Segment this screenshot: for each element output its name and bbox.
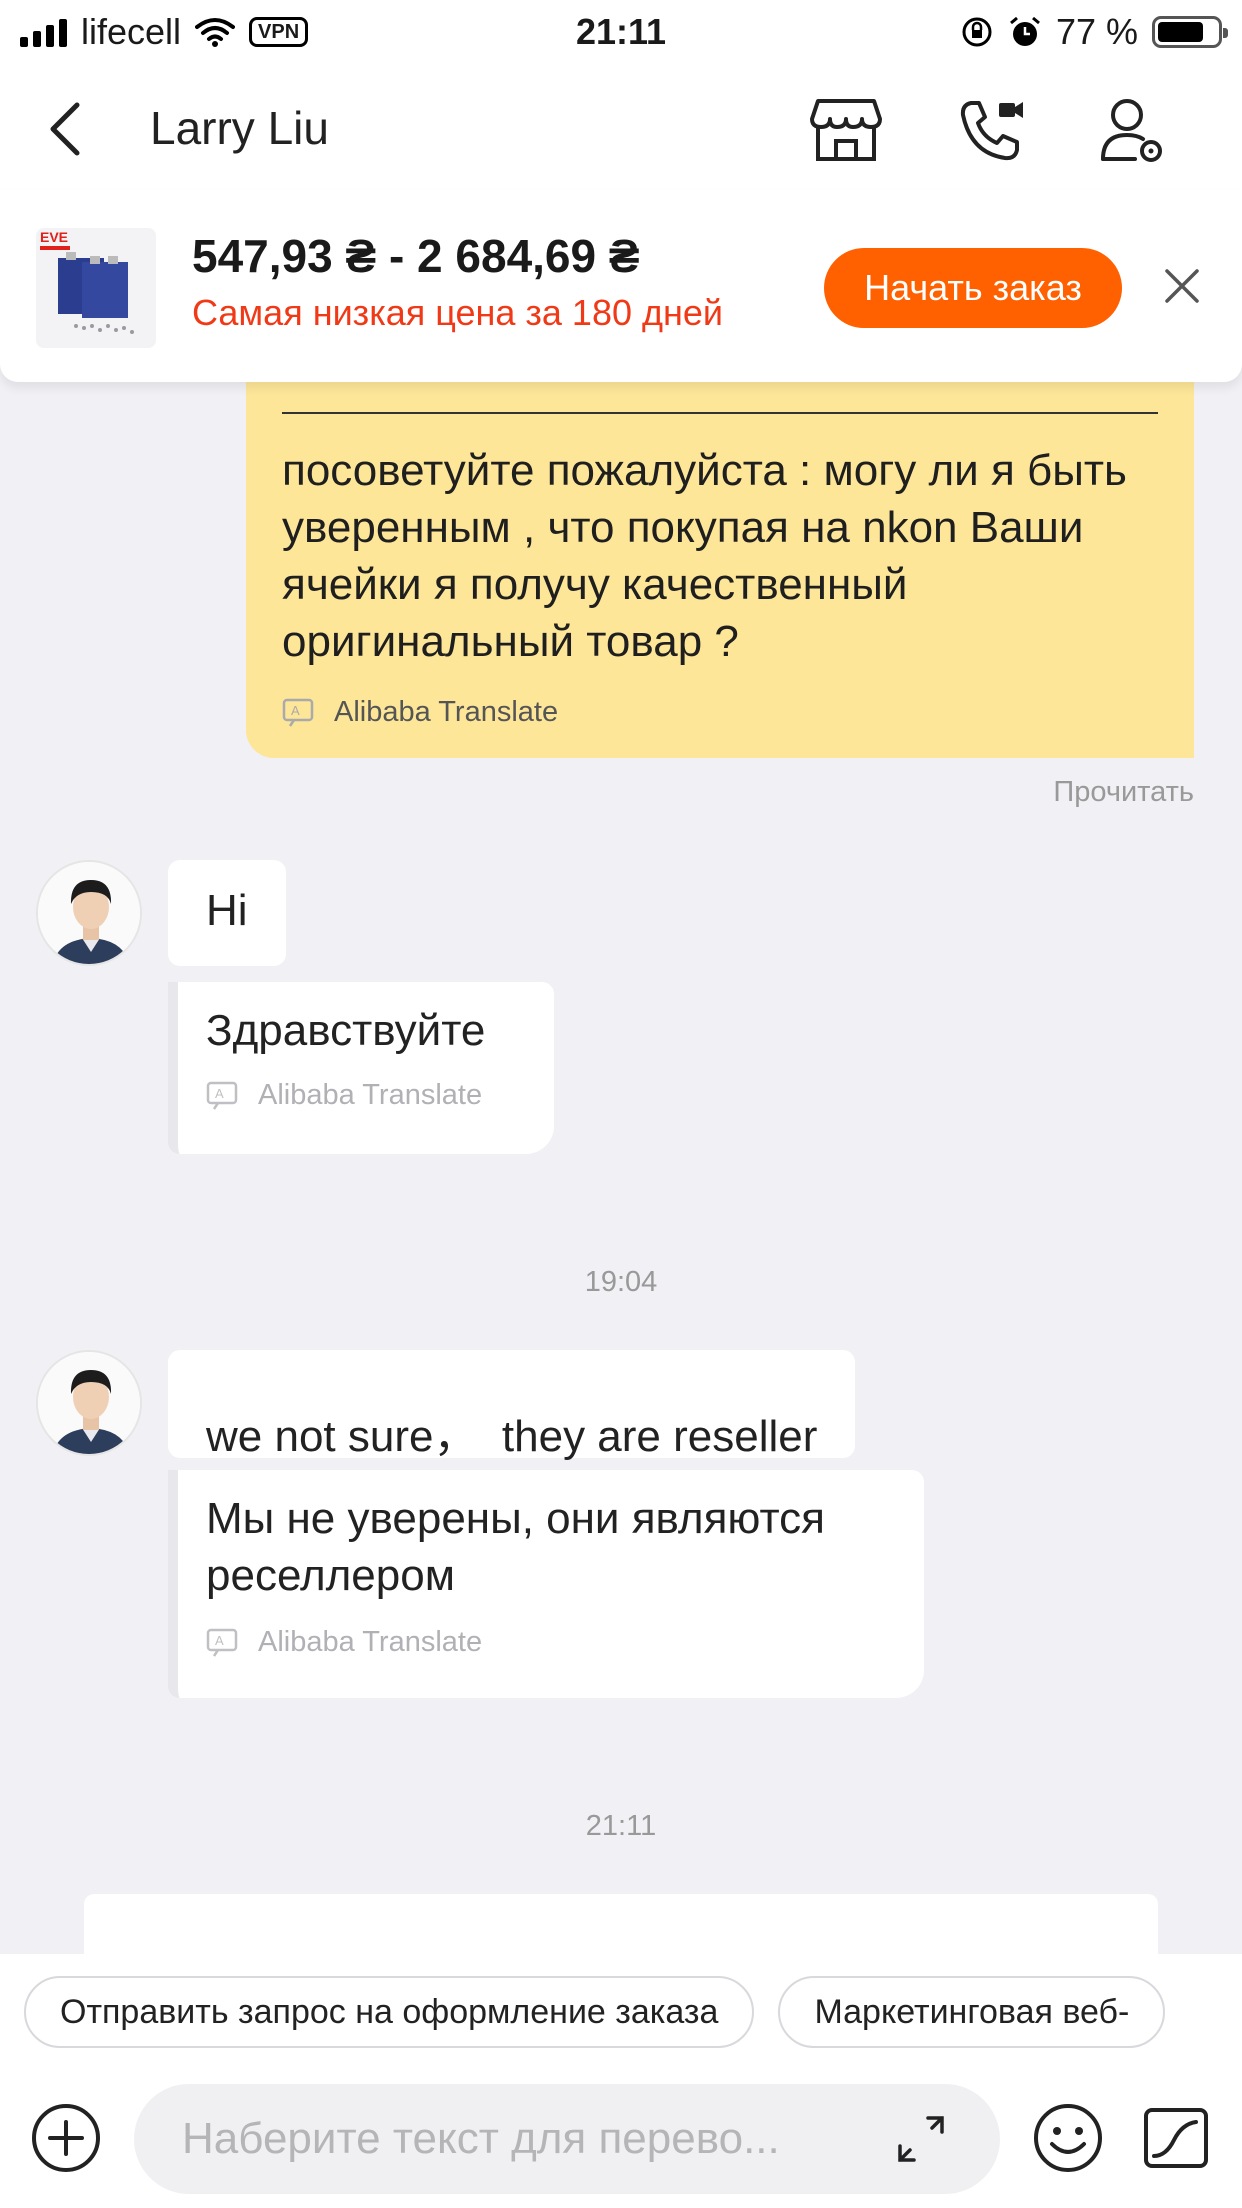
product-card[interactable]: EVE 547,93 ₴ - 2 684,69 ₴ Самая низкая ц…: [0, 190, 1242, 382]
store-icon: [810, 99, 882, 161]
svg-text:EVE: EVE: [40, 229, 68, 245]
translate-icon: A: [206, 1628, 238, 1657]
emoji-button[interactable]: [1032, 2102, 1104, 2174]
translate-tag[interactable]: A Alibaba Translate: [282, 696, 558, 729]
my-message-bubble[interactable]: посоветуйте пожалуйста : могу ли я быть …: [246, 360, 1194, 758]
rotation-lock-icon: [962, 17, 992, 47]
translate-label: Alibaba Translate: [258, 1626, 483, 1658]
video-call-icon: [960, 101, 1023, 161]
translation-bubble[interactable]: Здравствуйте A Alibaba Translate: [168, 982, 554, 1154]
user-settings-icon: [1101, 99, 1162, 162]
timestamp: 19:04: [584, 1266, 658, 1298]
product-thumbnail[interactable]: EVE: [36, 228, 156, 348]
translated-text: Здравствуйте: [206, 1006, 486, 1055]
message-input-container: [134, 2084, 1000, 2194]
gallery-button[interactable]: [1140, 2102, 1212, 2174]
avatar-image: [38, 862, 140, 964]
translated-text: Мы не уверены, они являются реселлером: [206, 1494, 825, 1600]
battery-icon: [1152, 16, 1228, 48]
translate-tag[interactable]: A Alibaba Translate: [206, 1079, 526, 1112]
partial-message-card[interactable]: [84, 1894, 1158, 1954]
translate-tag[interactable]: A Alibaba Translate: [206, 1626, 896, 1659]
add-attachment-button[interactable]: [30, 2102, 102, 2174]
battery-cells-image: EVE: [36, 228, 156, 348]
image-icon: [1144, 2108, 1208, 2168]
status-bar: lifecell VPN 21:11 77 %: [0, 0, 1242, 64]
svg-text:A: A: [291, 703, 300, 718]
translate-label: Alibaba Translate: [334, 696, 559, 728]
alarm-icon: [1009, 16, 1040, 46]
video-call-button[interactable]: [952, 90, 1032, 170]
incoming-message-bubble[interactable]: Hi: [168, 860, 286, 966]
translate-icon: A: [282, 698, 314, 727]
chip-marketing[interactable]: Маркетинговая веб-: [778, 1976, 1166, 2048]
profile-button[interactable]: [1092, 90, 1172, 170]
contact-name[interactable]: Larry Liu: [150, 98, 329, 158]
read-status: Прочитать: [1053, 776, 1194, 808]
translate-label: Alibaba Translate: [258, 1079, 483, 1111]
avatar[interactable]: [36, 1350, 142, 1456]
start-order-button[interactable]: Начать заказ: [824, 248, 1122, 328]
quick-reply-chips: Отправить запрос на оформление заказа Ма…: [24, 1976, 1166, 2048]
message-input[interactable]: [182, 2104, 862, 2174]
chat-header: Larry Liu: [0, 64, 1242, 190]
my-message-text: посоветуйте пожалуйста : могу ли я быть …: [282, 446, 1127, 666]
chip-send-order-request[interactable]: Отправить запрос на оформление заказа: [24, 1976, 755, 2048]
translation-bubble[interactable]: Мы не уверены, они являются реселлером A…: [168, 1470, 924, 1698]
message-text: we not sure， they are reseller: [206, 1412, 818, 1461]
expand-icon[interactable]: [894, 2112, 948, 2166]
timestamp: 21:11: [585, 1810, 657, 1842]
svg-text:A: A: [215, 1633, 224, 1648]
svg-text:A: A: [215, 1086, 224, 1101]
battery-percent: 77 %: [1055, 11, 1138, 52]
store-button[interactable]: [806, 90, 886, 170]
quote-divider: [282, 412, 1158, 414]
status-right: 77 %: [960, 10, 1228, 54]
close-card-button[interactable]: [1150, 254, 1214, 318]
translate-icon: A: [206, 1081, 238, 1110]
price-range: 547,93 ₴ - 2 684,69 ₴: [192, 230, 640, 282]
back-icon: [50, 102, 80, 156]
incoming-message-bubble[interactable]: we not sure， they are reseller: [168, 1350, 856, 1461]
plus-icon: [32, 2104, 100, 2172]
avatar-image: [38, 1352, 140, 1454]
back-button[interactable]: [30, 94, 100, 164]
close-icon: [1165, 269, 1199, 303]
bottom-bar: Отправить запрос на оформление заказа Ма…: [0, 1954, 1242, 2208]
emoji-icon: [1034, 2104, 1102, 2172]
avatar[interactable]: [36, 860, 142, 966]
message-text: Hi: [206, 886, 248, 935]
lowest-price-note: Самая низкая цена за 180 дней: [192, 292, 723, 333]
